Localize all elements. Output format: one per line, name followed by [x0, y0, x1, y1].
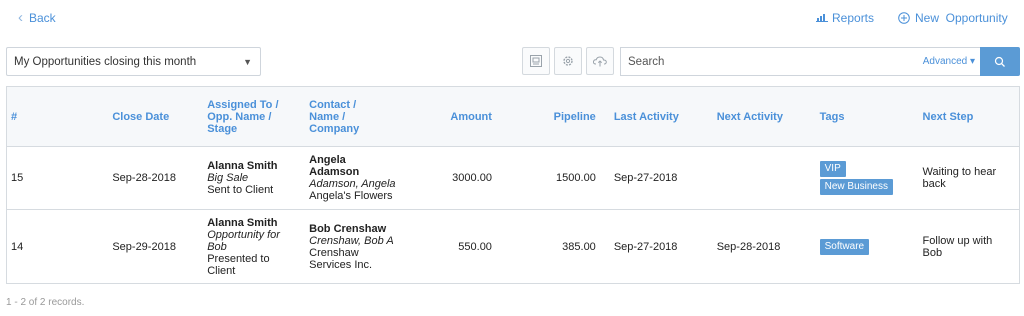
column-header-next-step[interactable]: Next Step [908, 86, 1020, 147]
column-header-assigned-to[interactable]: Assigned To / Opp. Name / Stage [203, 86, 306, 147]
tag-badge[interactable]: VIP [819, 161, 846, 177]
tag-badge[interactable]: New Business [819, 179, 893, 195]
export-button[interactable] [586, 47, 614, 75]
cell-next-step: Waiting to hear back [922, 166, 997, 190]
column-header-last-activity[interactable]: Last Activity [599, 86, 703, 147]
cell-next-step: Follow up with Bob [922, 234, 993, 259]
cell-last-activity: Sep-27-2018 [613, 240, 678, 253]
gear-icon [563, 56, 573, 66]
column-header-close-date[interactable]: Close Date [108, 86, 204, 147]
column-header-number[interactable]: # [6, 86, 109, 147]
search-input[interactable] [621, 48, 911, 75]
cell-next-activity [703, 147, 806, 210]
top-bar: ‹ Back Reports New Opportunity [0, 0, 1024, 38]
back-label: Back [29, 11, 56, 25]
cell-tags: VIP New Business [806, 147, 909, 210]
cloud-icon [592, 56, 607, 67]
advanced-search-link[interactable]: Advanced ▾ [923, 56, 975, 67]
cell-pipeline: 385.00 [562, 240, 596, 253]
column-header-contact[interactable]: Contact / Name / Company [305, 86, 401, 147]
settings-button[interactable] [554, 47, 582, 75]
column-header-tags[interactable]: Tags [805, 86, 909, 147]
column-header-amount[interactable]: Amount [400, 86, 496, 147]
search-box: Advanced ▾ [620, 47, 980, 76]
back-link[interactable]: ‹ Back [18, 9, 56, 26]
records-count: 1 - 2 of 2 records. [6, 297, 85, 308]
column-header-next-activity[interactable]: Next Activity [702, 86, 806, 147]
bar-chart-icon [816, 14, 828, 22]
cell-number: 14 [11, 240, 24, 253]
cell-close-date: Sep-29-2018 [112, 240, 176, 253]
new-opportunity-label: New Opportunity [915, 11, 1008, 25]
tag-badge[interactable]: Software [819, 238, 870, 255]
view-filter-select[interactable]: My Opportunities closing this month ▼ [6, 47, 261, 76]
cell-number: 15 [11, 172, 24, 184]
chevron-left-icon: ‹ [18, 9, 23, 26]
cell-contact: Bob Crenshaw Crenshaw, Bob A Crenshaw Se… [309, 222, 394, 271]
print-icon [530, 55, 542, 67]
cell-next-activity: Sep-28-2018 [716, 240, 781, 253]
table-row[interactable]: 14 Sep-29-2018 Alanna Smith Opportunity … [6, 210, 1020, 284]
search-button[interactable] [980, 47, 1020, 76]
cell-amount: 3000.00 [452, 172, 492, 184]
cell-tags: Software [806, 210, 909, 284]
cell-assigned: Alanna Smith Opportunity for Bob Present… [207, 216, 280, 277]
column-header-pipeline[interactable]: Pipeline [495, 86, 600, 147]
print-button[interactable] [522, 47, 550, 75]
search-icon [994, 56, 1005, 67]
table-header-row: # Close Date Assigned To / Opp. Name / S… [6, 86, 1020, 147]
new-opportunity-link[interactable]: New Opportunity [898, 11, 1008, 25]
plus-circle-icon [898, 12, 910, 24]
cell-amount: 550.00 [458, 240, 492, 253]
opportunities-table: # Close Date Assigned To / Opp. Name / S… [6, 86, 1020, 284]
cell-assigned: Alanna Smith Big Sale Sent to Client [207, 160, 278, 196]
reports-label: Reports [832, 11, 875, 25]
reports-link[interactable]: Reports [816, 11, 874, 25]
table-row[interactable]: 15 Sep-28-2018 Alanna Smith Big Sale Sen… [6, 147, 1020, 210]
cell-close-date: Sep-28-2018 [112, 172, 176, 184]
cell-contact: Angela Adamson Adamson, Angela Angela's … [309, 154, 396, 202]
cell-last-activity: Sep-27-2018 [613, 172, 678, 184]
caret-down-icon: ▼ [243, 57, 252, 67]
view-filter-value: My Opportunities closing this month [14, 55, 197, 68]
cell-pipeline: 1500.00 [556, 172, 596, 184]
